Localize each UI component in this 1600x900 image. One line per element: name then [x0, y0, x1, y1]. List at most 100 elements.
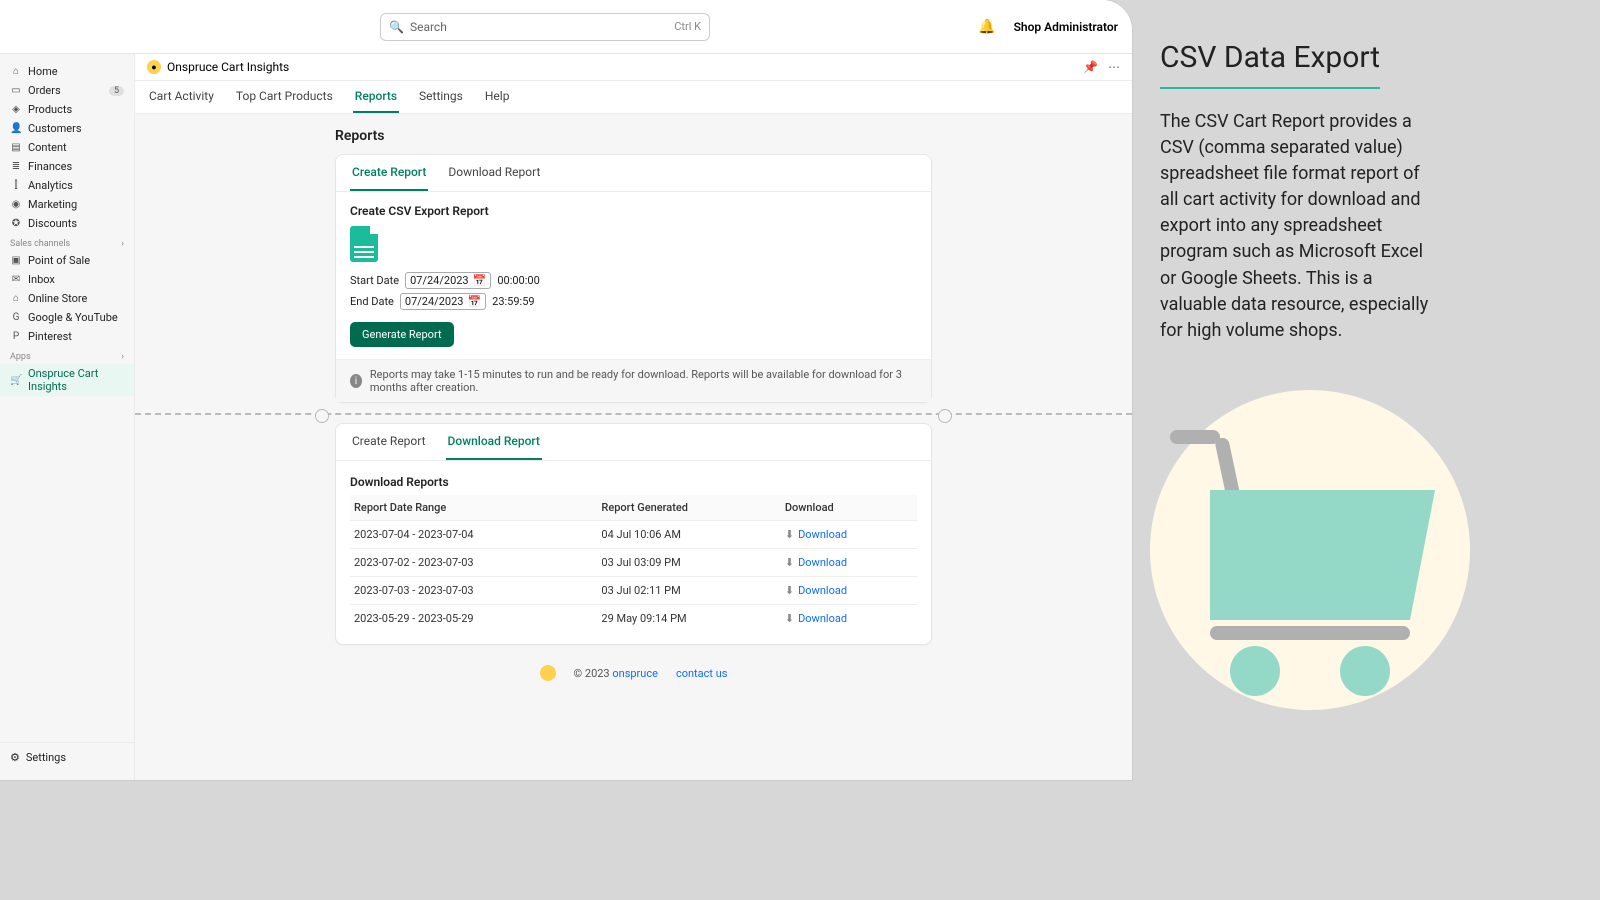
- tab-cart-activity[interactable]: Cart Activity: [147, 81, 216, 113]
- calendar-icon: 📅: [467, 295, 481, 308]
- sidebar-channels-heading: Sales channels›: [0, 233, 134, 251]
- start-time: 00:00:00: [497, 274, 539, 287]
- page-title: Reports: [335, 128, 932, 144]
- cart-illustration: [1150, 390, 1470, 710]
- sidebar-item-customers[interactable]: 👤Customers: [0, 119, 134, 138]
- nav-icon: ✪: [10, 218, 22, 229]
- tab-top-cart-products[interactable]: Top Cart Products: [234, 81, 335, 113]
- nav-icon: P: [10, 331, 22, 342]
- table-row: 2023-07-02 - 2023-07-0303 Jul 03:09 PM⬇D…: [350, 549, 917, 577]
- table-row: 2023-07-03 - 2023-07-0303 Jul 02:11 PM⬇D…: [350, 577, 917, 605]
- start-date-input[interactable]: 07/24/2023 📅: [405, 272, 491, 289]
- search-placeholder: Search: [410, 20, 447, 34]
- download-icon: ⬇: [785, 584, 794, 597]
- sidebar-item-home[interactable]: ⌂Home: [0, 62, 134, 81]
- download-link[interactable]: ⬇Download: [785, 556, 847, 569]
- card-tab-create-report[interactable]: Create Report: [350, 424, 428, 460]
- end-date-input[interactable]: 07/24/2023 📅: [400, 293, 486, 310]
- report-note: i Reports may take 1-15 minutes to run a…: [336, 359, 931, 402]
- pin-icon[interactable]: 📌: [1083, 60, 1098, 74]
- section-divider: [135, 413, 1132, 415]
- badge: 5: [109, 86, 124, 96]
- contact-link[interactable]: contact us: [676, 667, 728, 680]
- download-link[interactable]: ⬇Download: [785, 528, 847, 541]
- marketing-panel: CSV Data Export The CSV Cart Report prov…: [1160, 40, 1440, 344]
- sidebar: ⌂Home▭Orders5◈Products👤Customers▤Content…: [0, 54, 135, 780]
- download-icon: ⬇: [785, 612, 794, 625]
- sidebar-item-finances[interactable]: ≣Finances: [0, 157, 134, 176]
- sidebar-item-point-of-sale[interactable]: ▣Point of Sale: [0, 251, 134, 270]
- sidebar-item-inbox[interactable]: ✉Inbox: [0, 270, 134, 289]
- card-tab-download-report[interactable]: Download Report: [446, 424, 542, 460]
- nav-icon: ◈: [10, 104, 22, 115]
- sidebar-item-google-youtube[interactable]: GGoogle & YouTube: [0, 308, 134, 327]
- end-date-label: End Date: [350, 295, 394, 308]
- download-heading: Download Reports: [350, 475, 917, 489]
- sidebar-apps-heading: Apps›: [0, 346, 134, 364]
- table-row: 2023-07-04 - 2023-07-0404 Jul 10:06 AM⬇D…: [350, 521, 917, 549]
- nav-icon: ✉: [10, 274, 22, 285]
- calendar-icon: 📅: [473, 274, 487, 287]
- topbar: 🔍 Search Ctrl K 🔔 Shop Administrator: [0, 0, 1132, 54]
- footer: © 2023 onspruce contact us: [335, 655, 932, 691]
- search-kbd: Ctrl K: [674, 20, 701, 33]
- download-link[interactable]: ⬇Download: [785, 612, 847, 625]
- download-icon: ⬇: [785, 528, 794, 541]
- download-icon: ⬇: [785, 556, 794, 569]
- nav-icon: ▣: [10, 255, 22, 266]
- user-label[interactable]: Shop Administrator: [1014, 20, 1118, 34]
- more-icon[interactable]: ⋯: [1108, 60, 1120, 74]
- sidebar-item-online-store[interactable]: ⌂Online Store: [0, 289, 134, 308]
- nav-icon: ⌂: [10, 293, 22, 304]
- downloads-table: Report Date RangeReport GeneratedDownloa…: [350, 495, 917, 632]
- end-time: 23:59:59: [492, 295, 534, 308]
- csv-file-icon: [350, 226, 378, 262]
- sidebar-item-analytics[interactable]: ⫿Analytics: [0, 176, 134, 195]
- marketing-body: The CSV Cart Report provides a CSV (comm…: [1160, 109, 1440, 344]
- sidebar-main: ⌂Home▭Orders5◈Products👤Customers▤Content…: [0, 62, 134, 233]
- sidebar-item-content[interactable]: ▤Content: [0, 138, 134, 157]
- brand-link[interactable]: onspruce: [612, 667, 658, 680]
- tab-reports[interactable]: Reports: [353, 81, 399, 113]
- gear-icon: ⚙: [10, 751, 20, 764]
- nav-icon: ⫿: [10, 180, 22, 191]
- footer-logo-icon: [540, 665, 556, 681]
- nav-icon: 👤: [10, 123, 22, 134]
- create-heading: Create CSV Export Report: [350, 204, 917, 218]
- sidebar-item-onspruce-cart-insights[interactable]: 🛒Onspruce Cart Insights: [0, 364, 134, 396]
- sidebar-item-orders[interactable]: ▭Orders5: [0, 81, 134, 100]
- main-panel: ● Onspruce Cart Insights 📌 ⋯ Cart Activi…: [135, 54, 1132, 780]
- settings-link[interactable]: ⚙ Settings: [0, 742, 134, 772]
- app-tabs: Cart Activity Top Cart Products Reports Set…: [135, 81, 1132, 114]
- marketing-title: CSV Data Export: [1160, 40, 1440, 75]
- info-icon: i: [350, 374, 362, 388]
- col-download: Download: [781, 495, 917, 521]
- nav-icon: ▤: [10, 142, 22, 153]
- download-report-card: Create Report Download Report Download Re…: [335, 423, 932, 645]
- table-row: 2023-05-29 - 2023-05-2929 May 09:14 PM⬇D…: [350, 605, 917, 633]
- tab-settings[interactable]: Settings: [417, 81, 465, 113]
- sidebar-item-discounts[interactable]: ✪Discounts: [0, 214, 134, 233]
- sidebar-item-marketing[interactable]: ◉Marketing: [0, 195, 134, 214]
- nav-icon: ▭: [10, 85, 22, 96]
- nav-icon: G: [10, 312, 22, 323]
- nav-icon: 🛒: [10, 375, 22, 386]
- tab-help[interactable]: Help: [483, 81, 512, 113]
- sidebar-item-pinterest[interactable]: PPinterest: [0, 327, 134, 346]
- nav-icon: ≣: [10, 161, 22, 172]
- create-report-card: Create Report Download Report Create CSV …: [335, 154, 932, 403]
- app-logo-icon: ●: [147, 60, 161, 74]
- search-icon: 🔍: [389, 20, 404, 34]
- bell-icon[interactable]: 🔔: [978, 19, 995, 35]
- nav-icon: ◉: [10, 199, 22, 210]
- app-window: 🔍 Search Ctrl K 🔔 Shop Administrator ⌂Ho…: [0, 0, 1132, 780]
- card-tab-create-report[interactable]: Create Report: [350, 155, 428, 191]
- col-report-date-range: Report Date Range: [350, 495, 597, 521]
- start-date-label: Start Date: [350, 274, 399, 287]
- search-input[interactable]: 🔍 Search Ctrl K: [380, 13, 710, 41]
- sidebar-item-products[interactable]: ◈Products: [0, 100, 134, 119]
- generate-report-button[interactable]: Generate Report: [350, 322, 454, 347]
- card-tab-download-report[interactable]: Download Report: [446, 155, 542, 191]
- download-link[interactable]: ⬇Download: [785, 584, 847, 597]
- nav-icon: ⌂: [10, 66, 22, 77]
